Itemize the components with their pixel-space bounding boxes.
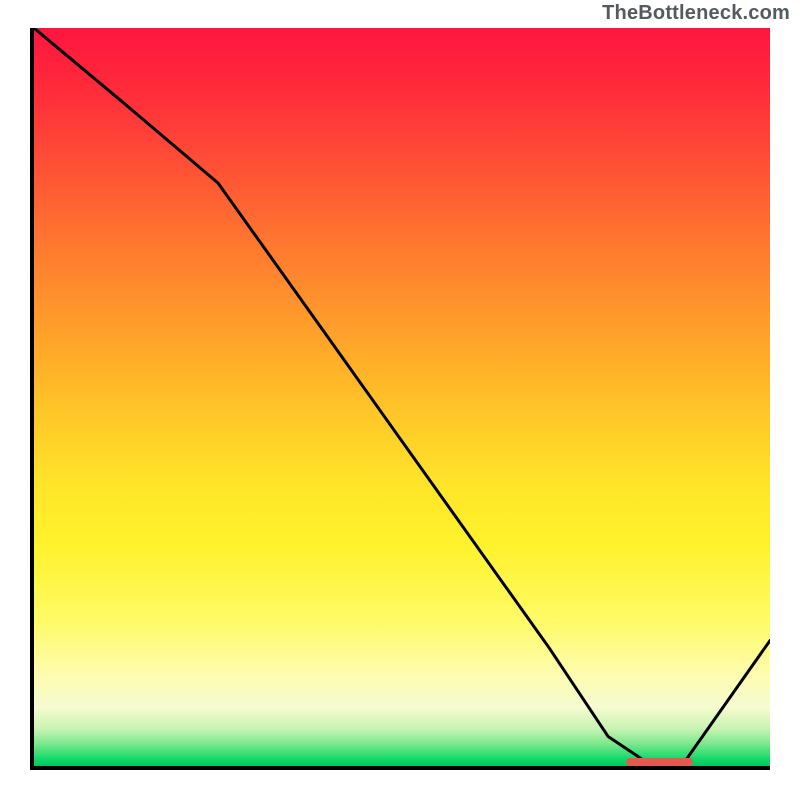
bottleneck-chart: TheBottleneck.com [0,0,800,800]
curve-layer [34,28,770,766]
plot-area [30,28,770,770]
attribution-label: TheBottleneck.com [602,2,790,25]
optimal-range-marker [626,758,693,766]
bottleneck-curve-path [34,28,770,766]
